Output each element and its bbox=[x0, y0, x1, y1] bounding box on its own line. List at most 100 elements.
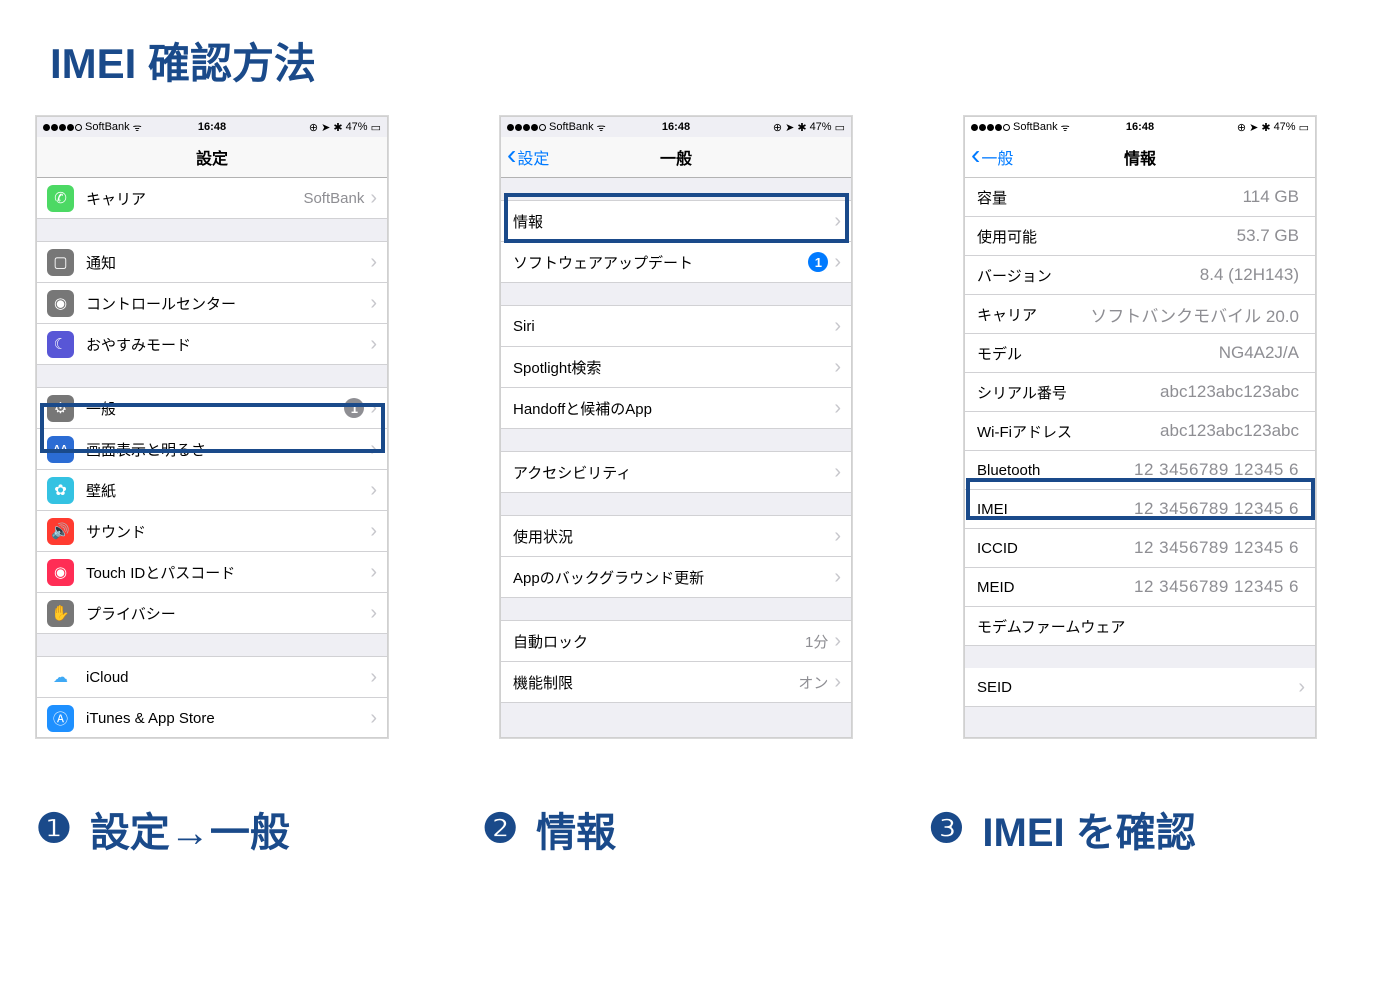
about-row-キャリア: キャリアソフトバンクモバイル 20.0 bbox=[965, 295, 1315, 334]
control-center-icon: ◉ bbox=[47, 290, 74, 317]
about-row-モデムファームウェア: モデムファームウェア bbox=[965, 607, 1315, 646]
nav-back-button[interactable]: 一般 bbox=[971, 145, 1013, 169]
row-label: IMEI bbox=[977, 501, 1134, 518]
row-label: おやすみモード bbox=[86, 334, 370, 355]
row-label: Bluetooth bbox=[977, 462, 1134, 479]
captions-row: ❶設定→一般 ❷情報 ❸IMEI を確認 bbox=[36, 800, 1336, 858]
chevron-right-icon: › bbox=[370, 397, 377, 420]
row-label: 使用状況 bbox=[513, 526, 834, 547]
row-itunes[interactable]: ⒶiTunes & App Store› bbox=[37, 698, 387, 738]
display-icon: AA bbox=[47, 436, 74, 463]
chevron-right-icon: › bbox=[834, 356, 841, 379]
row-usage[interactable]: 使用状況› bbox=[501, 515, 851, 557]
phone-screenshots-row: SoftBankᯤ 16:48 ⊕➤✱47%▭ 設定 ✆キャリアSoftBank… bbox=[36, 116, 1316, 738]
row-siri[interactable]: Siri› bbox=[501, 305, 851, 347]
about-row-バージョン: バージョン8.4 (12H143) bbox=[965, 256, 1315, 295]
row-label: 機能制限 bbox=[513, 672, 798, 693]
status-bar: SoftBankᯤ 16:48 ⊕➤✱47%▭ bbox=[37, 117, 387, 137]
settings-list: ✆キャリアSoftBank› ▢通知› ◉コントロールセンター› ☾おやすみモー… bbox=[37, 178, 387, 738]
status-time: 16:48 bbox=[965, 121, 1315, 133]
row-software-update[interactable]: ソフトウェアアップデート1› bbox=[501, 242, 851, 283]
row-label: SEID bbox=[977, 679, 1298, 696]
row-touchid[interactable]: ◉Touch IDとパスコード› bbox=[37, 552, 387, 593]
row-value: 12 3456789 12345 6 bbox=[1134, 577, 1299, 597]
row-icloud[interactable]: ☁iCloud› bbox=[37, 656, 387, 698]
appstore-icon: Ⓐ bbox=[47, 705, 74, 732]
about-row-シリアル番号: シリアル番号abc123abc123abc bbox=[965, 373, 1315, 412]
row-wallpaper[interactable]: ✿壁紙› bbox=[37, 470, 387, 511]
row-privacy[interactable]: ✋プライバシー› bbox=[37, 593, 387, 634]
nav-bar: 一般 情報 bbox=[965, 137, 1315, 178]
chevron-right-icon: › bbox=[370, 561, 377, 584]
badge: 1 bbox=[808, 252, 828, 272]
row-label: Appのバックグラウンド更新 bbox=[513, 567, 834, 588]
about-row-IMEI: IMEI12 3456789 12345 6 bbox=[965, 490, 1315, 529]
chevron-right-icon: › bbox=[370, 333, 377, 356]
row-value: abc123abc123abc bbox=[1160, 382, 1299, 402]
chevron-right-icon: › bbox=[834, 630, 841, 653]
chevron-right-icon: › bbox=[370, 438, 377, 461]
chevron-right-icon: › bbox=[1298, 676, 1305, 699]
chevron-right-icon: › bbox=[834, 525, 841, 548]
chevron-right-icon: › bbox=[834, 671, 841, 694]
row-value: 12 3456789 12345 6 bbox=[1134, 499, 1299, 519]
row-control-center[interactable]: ◉コントロールセンター› bbox=[37, 283, 387, 324]
row-label: 自動ロック bbox=[513, 631, 805, 652]
row-handoff[interactable]: Handoffと候補のApp› bbox=[501, 388, 851, 429]
row-value: 1分 bbox=[805, 631, 828, 652]
status-time: 16:48 bbox=[37, 121, 387, 133]
row-value: abc123abc123abc bbox=[1160, 421, 1299, 441]
row-general[interactable]: ⚙一般1› bbox=[37, 387, 387, 429]
phone-screen-about: SoftBankᯤ 16:48 ⊕➤✱47%▭ 一般 情報 容量114 GB使用… bbox=[964, 116, 1316, 738]
row-notifications[interactable]: ▢通知› bbox=[37, 241, 387, 283]
row-about[interactable]: 情報› bbox=[501, 200, 851, 242]
row-dnd[interactable]: ☾おやすみモード› bbox=[37, 324, 387, 365]
row-spotlight[interactable]: Spotlight検索› bbox=[501, 347, 851, 388]
phone-screen-general: SoftBankᯤ 16:48 ⊕➤✱47%▭ 設定 一般 情報› ソフトウェア… bbox=[500, 116, 852, 738]
caption-step-2: ❷情報 bbox=[482, 800, 928, 858]
row-sound[interactable]: 🔊サウンド› bbox=[37, 511, 387, 552]
wallpaper-icon: ✿ bbox=[47, 477, 74, 504]
chevron-right-icon: › bbox=[834, 397, 841, 420]
step-number-icon: ❷ bbox=[482, 806, 518, 852]
about-row-モデル: モデルNG4A2J/A bbox=[965, 334, 1315, 373]
row-label: キャリア bbox=[977, 304, 1090, 325]
row-bg-refresh[interactable]: Appのバックグラウンド更新› bbox=[501, 557, 851, 598]
row-display[interactable]: AA画面表示と明るさ› bbox=[37, 429, 387, 470]
row-label: シリアル番号 bbox=[977, 382, 1160, 403]
notifications-icon: ▢ bbox=[47, 249, 74, 276]
caption-step-1: ❶設定→一般 bbox=[36, 800, 482, 858]
row-label: ICCID bbox=[977, 540, 1134, 557]
row-value: NG4A2J/A bbox=[1219, 343, 1299, 363]
row-autolock[interactable]: 自動ロック1分 › bbox=[501, 620, 851, 662]
row-label: ソフトウェアアップデート bbox=[513, 252, 808, 273]
row-restrictions[interactable]: 機能制限オン › bbox=[501, 662, 851, 703]
row-label: サウンド bbox=[86, 521, 370, 542]
chevron-right-icon: › bbox=[370, 666, 377, 689]
row-value: 12 3456789 12345 6 bbox=[1134, 460, 1299, 480]
chevron-right-icon: › bbox=[370, 292, 377, 315]
row-label: Wi-Fiアドレス bbox=[977, 421, 1160, 442]
sound-icon: 🔊 bbox=[47, 518, 74, 545]
row-value: ソフトバンクモバイル 20.0 bbox=[1090, 302, 1299, 327]
step-number-icon: ❶ bbox=[36, 806, 72, 852]
row-value: 12 3456789 12345 6 bbox=[1134, 538, 1299, 558]
chevron-right-icon: › bbox=[370, 602, 377, 625]
chevron-right-icon: › bbox=[834, 210, 841, 233]
row-label: 壁紙 bbox=[86, 480, 370, 501]
nav-title: 情報 bbox=[1124, 145, 1156, 169]
page-title: IMEI 確認方法 bbox=[50, 30, 316, 91]
cloud-icon: ☁ bbox=[47, 664, 74, 691]
about-row-Bluetooth: Bluetooth12 3456789 12345 6 bbox=[965, 451, 1315, 490]
about-row-容量: 容量114 GB bbox=[965, 178, 1315, 217]
row-carrier[interactable]: ✆キャリアSoftBank› bbox=[37, 178, 387, 219]
row-label: iTunes & App Store bbox=[86, 710, 370, 727]
phone-screen-settings: SoftBankᯤ 16:48 ⊕➤✱47%▭ 設定 ✆キャリアSoftBank… bbox=[36, 116, 388, 738]
row-value: オン bbox=[798, 672, 828, 693]
row-accessibility[interactable]: アクセシビリティ› bbox=[501, 451, 851, 493]
nav-back-button[interactable]: 設定 bbox=[507, 145, 549, 169]
about-row-SEID[interactable]: SEID› bbox=[965, 668, 1315, 707]
status-time: 16:48 bbox=[501, 121, 851, 133]
row-value: 8.4 (12H143) bbox=[1200, 265, 1299, 285]
row-label: プライバシー bbox=[86, 603, 370, 624]
